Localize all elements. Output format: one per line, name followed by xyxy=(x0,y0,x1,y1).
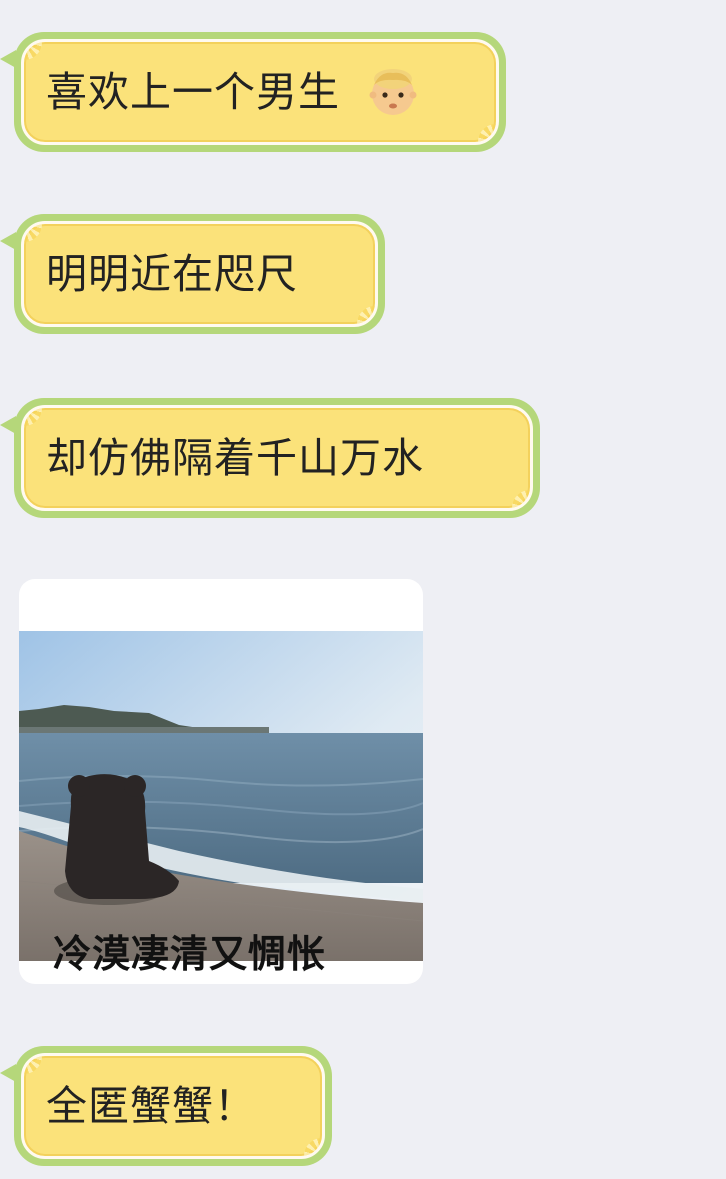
message-text: 全匿蟹蟹！ xyxy=(46,1081,256,1130)
lemon-decoration xyxy=(478,124,496,142)
message-bubble[interactable]: 却仿佛隔着千山万水 xyxy=(0,398,540,518)
lemon-decoration xyxy=(24,224,42,242)
lemon-decoration xyxy=(24,408,42,426)
message-text: 却仿佛隔着千山万水 xyxy=(46,433,424,482)
image-caption: 冷漠凄清又惆怅 xyxy=(53,932,327,976)
message-bubble[interactable]: 全匿蟹蟹！ xyxy=(0,1046,332,1166)
lemon-decoration xyxy=(304,1138,322,1156)
chat-area: 喜欢上一个男生 明明近在咫尺 却仿佛隔着千山万水 冷漠凄清又惆怅 全匿蟹蟹！ xyxy=(0,0,726,1179)
message-text: 喜欢上一个男生 xyxy=(46,67,340,116)
message-bubble[interactable]: 喜欢上一个男生 xyxy=(0,32,506,152)
image-message[interactable]: 冷漠凄清又惆怅 xyxy=(19,579,423,984)
lemon-decoration xyxy=(357,306,375,324)
message-text: 明明近在咫尺 xyxy=(46,249,298,298)
boy-face-emoji xyxy=(369,69,417,115)
lemon-decoration xyxy=(24,1056,42,1074)
lemon-decoration xyxy=(24,42,42,60)
lemon-decoration xyxy=(512,490,530,508)
bear-sitting-by-sea-photo xyxy=(19,631,423,961)
message-bubble[interactable]: 明明近在咫尺 xyxy=(0,214,385,334)
